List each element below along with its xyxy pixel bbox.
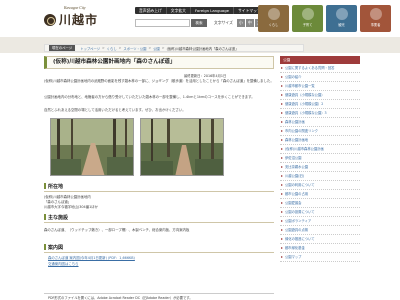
transport-info-link[interactable]: 交通案内図はこちら	[48, 262, 278, 267]
sidebar: 公園 公園に関するよくある質問・回答 公園の紹介 川越市都市公園一覧 健康遊具（…	[280, 56, 360, 262]
sidebar-item[interactable]: 森林公園計画地	[280, 136, 360, 145]
sidebar-item[interactable]: 川越市都市公園一覧	[280, 82, 360, 91]
intro-paragraph-2: 公園計画地内の分布地と、地権者の方から借り受けしていただいた雑木林の一部を整備し…	[44, 95, 255, 99]
sidebar-item[interactable]: (仮称)川越市森林公園計画	[280, 145, 360, 154]
font-size-label: 文字サイズ	[214, 20, 233, 25]
sidebar-item[interactable]: 市内公園の関連リンク	[280, 127, 360, 136]
breadcrumb: 現在のページ トップページ > くらし > スポーツ・公園 > 公園 > (仮称…	[44, 44, 304, 52]
facilities-text: 森のさんぽ道、（ウッドチップ敷き）、一部ロープ柵）、木製ベンチ、総合案内板、方向…	[44, 228, 190, 232]
font-size-small-button[interactable]: 小	[236, 19, 245, 27]
family-icon	[301, 8, 314, 20]
breadcrumb-link-living[interactable]: くらし	[107, 46, 117, 51]
camera-icon	[335, 8, 348, 20]
breadcrumb-link-top[interactable]: トップページ	[80, 46, 100, 51]
sidebar-item[interactable]: 公園の紹介	[280, 73, 360, 82]
building-icon	[369, 8, 382, 20]
global-nav: くらし 子育て 観光 事業者	[255, 5, 391, 32]
section-heading-location: 所在地	[44, 183, 274, 192]
sidebar-item[interactable]: 公園遊具の点検	[280, 226, 360, 235]
breadcrumb-separator: >	[148, 46, 152, 50]
sidebar-heading: 公園	[280, 56, 360, 64]
sidebar-item[interactable]: 公園に関するよくある質問・回答	[280, 64, 360, 73]
nav-item-business[interactable]: 事業者	[360, 5, 391, 32]
pdf-reader-note: PDF形式のファイルを開くには、Adobe Acrobat Reader DC（…	[44, 293, 274, 300]
breadcrumb-separator: >	[102, 46, 105, 50]
search-button[interactable]: 検索	[191, 19, 207, 27]
sidebar-item[interactable]: 安比奈親水公園	[280, 163, 360, 172]
map-pdf-link[interactable]: 森のさんぽ道 案内図(今年4月1日更新) (PDF：1,666KB)	[48, 256, 278, 261]
nav-item-tourism[interactable]: 観光	[326, 5, 357, 32]
nav-label: 事業者	[370, 23, 381, 27]
sidebar-item[interactable]: 都市緑化基金	[280, 244, 360, 253]
section-heading-facilities: 主な施設	[44, 214, 274, 223]
intro-paragraph-3: 自然とふれあえる空間の場として活用いただけると考えています。ぜひ、お出かけくださ…	[44, 108, 186, 112]
sidebar-item[interactable]: 公園の利用について	[280, 181, 360, 190]
sidebar-item[interactable]: 公園マップ	[280, 253, 360, 262]
sidebar-item[interactable]: 健康遊具（小規模な公園）3	[280, 109, 360, 118]
nav-label: 子育て	[302, 23, 313, 27]
trail-photo-right	[140, 118, 224, 176]
location-line: 川越市大字今福字地山(304番1ほか	[44, 205, 99, 209]
sidebar-item[interactable]: 公園愛護会	[280, 199, 360, 208]
brand-name: 川越市	[59, 13, 99, 27]
nav-item-childcare[interactable]: 子育て	[292, 5, 323, 32]
utility-link-zoom[interactable]: 文字拡大	[167, 7, 191, 14]
nav-label: くらし	[268, 23, 279, 27]
sidebar-item[interactable]: 伊佐沼公園	[280, 154, 360, 163]
brand-subtitle: Kawagoe City	[64, 6, 86, 10]
sidebar-item[interactable]: 健康遊具（小規模な公園）	[280, 91, 360, 100]
trail-photo-left	[50, 118, 134, 176]
breadcrumb-label: 現在のページ	[49, 45, 76, 51]
sidebar-item[interactable]: 公園の設置について	[280, 208, 360, 217]
sidebar-item[interactable]: 川越公園(旧)	[280, 172, 360, 181]
sidebar-item[interactable]: 都市公園の占用	[280, 190, 360, 199]
utility-link-speech[interactable]: 音声読み上げ	[135, 7, 167, 14]
breadcrumb-separator: >	[118, 46, 122, 50]
sidebar-item[interactable]: 緑化の推進について	[280, 235, 360, 244]
sidebar-item[interactable]: 健康遊具（小規模公園）2	[280, 100, 360, 109]
breadcrumb-separator: >	[161, 46, 165, 50]
section-heading-map: 案内図	[44, 244, 274, 253]
breadcrumb-current: (仮称)川越市森林公園計画地内「森のさんぽ道」	[166, 46, 239, 51]
nav-label: 観光	[338, 23, 345, 27]
breadcrumb-link-parks[interactable]: 公園	[153, 46, 160, 51]
sidebar-item[interactable]: 森林公園計画	[280, 118, 360, 127]
breadcrumb-link-sports-parks[interactable]: スポーツ・公園	[123, 46, 146, 51]
last-updated: 最終更新日：2016年4月1日	[184, 74, 227, 78]
main-content: (仮称)川越市森林公園計画地内「森のさんぽ道」 最終更新日：2016年4月1日 …	[44, 56, 274, 266]
utility-links: 音声読み上げ 文字拡大 Foreign Language サイトマップ	[135, 7, 265, 14]
font-size-medium-button[interactable]: 中	[245, 19, 254, 27]
utility-link-language[interactable]: Foreign Language	[191, 7, 234, 14]
nav-item-living[interactable]: くらし	[258, 5, 289, 32]
intro-paragraph: (仮称)川越市森林公園計画地内の武蔵野の面影を残す雑木林の一部に、ジョギング（散…	[44, 79, 274, 83]
site-header: Kawagoe City 川越市 音声読み上げ 文字拡大 Foreign Lan…	[0, 0, 400, 37]
page-title: (仮称)川越市森林公園計画地内「森のさんぽ道」	[44, 56, 274, 69]
house-icon	[267, 8, 280, 20]
site-logo[interactable]: Kawagoe City 川越市	[44, 6, 104, 30]
city-seal-icon	[44, 14, 56, 26]
search-input[interactable]	[135, 19, 190, 27]
sidebar-item[interactable]: 公園ボランティア	[280, 217, 360, 226]
